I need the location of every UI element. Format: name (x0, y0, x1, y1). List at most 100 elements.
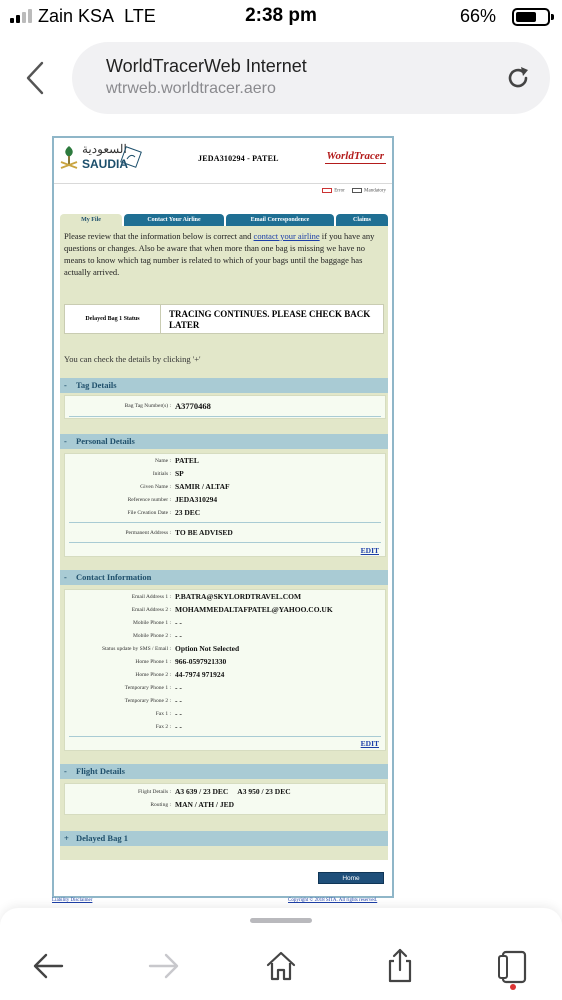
tab-contact-airline[interactable]: Contact Your Airline (124, 214, 224, 226)
field-value: JEDA310294 (175, 495, 218, 504)
collapse-toggle[interactable]: - (64, 570, 76, 585)
delayed-bag-header[interactable]: + Delayed Bag 1 (60, 831, 388, 846)
detail-row: Fax 1 : - - (65, 709, 385, 722)
detail-row: Status update by SMS / Email : Option Not… (65, 644, 385, 657)
field-label: Mobile Phone 2 : (132, 633, 171, 639)
flight-details-title: Flight Details (76, 766, 125, 776)
contact-airline-link[interactable]: contact your airline (254, 231, 320, 241)
detail-row: Temporary Phone 1 : - - (65, 683, 385, 696)
detail-row: Permanent Address : TO BE ADVISED (65, 528, 385, 541)
edit-personal-link[interactable]: EDIT (361, 546, 379, 555)
field-label: Temporary Phone 1 : (124, 685, 171, 691)
field-value: 966-0597921330 (175, 657, 227, 666)
contact-info-header[interactable]: - Contact Information (60, 570, 388, 585)
detail-row: Temporary Phone 2 : - - (65, 696, 385, 709)
edit-contact-link[interactable]: EDIT (361, 739, 379, 748)
field-label: Email Address 1 : (131, 594, 171, 600)
bag-status-value: TRACING CONTINUES. PLEASE CHECK BACK LAT… (169, 309, 371, 330)
field-value: A3 639 / 23 DEC A3 950 / 23 DEC (175, 787, 291, 796)
home-button[interactable]: Home (318, 872, 384, 884)
field-value: - - (175, 683, 182, 692)
reload-icon[interactable] (504, 64, 532, 92)
share-icon[interactable] (380, 946, 420, 986)
field-label: Flight Details : (138, 789, 171, 795)
collapse-toggle[interactable]: - (64, 434, 76, 449)
expand-toggle[interactable]: + (64, 831, 76, 846)
detail-row: Home Phone 1 : 966-0597921330 (65, 657, 385, 670)
page-title: WorldTracerWeb Internet (106, 56, 307, 76)
intro-part-1: Please review that the information below… (64, 231, 254, 241)
tab-claims[interactable]: Claims (336, 214, 388, 226)
contact-info-title: Contact Information (76, 572, 152, 582)
divider (69, 522, 381, 523)
field-value: Option Not Selected (175, 644, 240, 653)
copyright-link[interactable]: Copyright © 2018 SITA. All rights reserv… (288, 898, 377, 903)
field-value: - - (175, 722, 182, 731)
field-value: 44-7974 971924 (175, 670, 225, 679)
field-value: TO BE ADVISED (175, 528, 233, 537)
flight-details-header[interactable]: - Flight Details (60, 764, 388, 779)
field-label: Fax 2 : (155, 724, 171, 730)
divider (69, 542, 381, 543)
detail-row: Mobile Phone 2 : - - (65, 631, 385, 644)
airline-stamp-icon (120, 146, 142, 168)
detail-row: Bag Tag Number(s) : A3770468 (65, 401, 385, 414)
tabs-icon[interactable] (494, 946, 534, 986)
field-value: - - (175, 696, 182, 705)
detail-row: Routing : MAN / ATH / JED (65, 800, 385, 813)
detail-row: Name : PATEL (65, 456, 385, 469)
field-label: Permanent Address : (125, 530, 171, 536)
chevron-left-icon[interactable] (22, 60, 50, 96)
personal-details-header[interactable]: - Personal Details (60, 434, 388, 449)
tag-details-header[interactable]: - Tag Details (60, 378, 388, 393)
field-label: Routing : (150, 802, 171, 808)
field-value: - - (175, 618, 182, 627)
field-value: MOHAMMEDALTAFPATEL@YAHOO.CO.UK (175, 605, 333, 614)
browser-toolbar (0, 908, 562, 1000)
field-value: - - (175, 709, 182, 718)
tab-email-correspondence[interactable]: Email Correspondence (226, 214, 334, 226)
legend-mandatory: Mandatory (364, 188, 386, 194)
divider (69, 416, 381, 417)
field-label: Temporary Phone 2 : (124, 698, 171, 704)
legend-error: Error (334, 188, 345, 194)
flight-details-body: Flight Details : A3 639 / 23 DEC A3 950 /… (64, 783, 386, 815)
field-value: A3770468 (175, 401, 211, 411)
collapse-toggle[interactable]: - (64, 764, 76, 779)
liability-disclaimer-link[interactable]: Liability Disclaimer (52, 898, 92, 903)
arrow-left-icon[interactable] (28, 946, 68, 986)
sheet-grabber[interactable] (250, 918, 312, 923)
tab-my-file[interactable]: My File (60, 214, 122, 226)
collapse-toggle[interactable]: - (64, 378, 76, 393)
saudia-emblem-icon (60, 146, 78, 169)
page-header: السعودية SAUDIA JEDA310294 - PATEL World… (54, 138, 392, 184)
tab-bar: My File Contact Your Airline Email Corre… (60, 214, 388, 226)
error-swatch-icon (322, 188, 333, 193)
arrow-right-icon (148, 953, 179, 979)
detail-row: Home Phone 2 : 44-7974 971924 (65, 670, 385, 683)
field-value: SP (175, 469, 184, 478)
divider (69, 736, 381, 737)
worldtracer-logo: WorldTracer (324, 150, 387, 164)
field-value: - - (175, 631, 182, 640)
detail-row: Email Address 1 : P.BATRA@SKYLORDTRAVEL.C… (65, 592, 385, 605)
field-value: P.BATRA@SKYLORDTRAVEL.COM (175, 592, 302, 601)
field-label: Mobile Phone 1 : (132, 620, 171, 626)
field-label: Name : (154, 458, 171, 464)
file-reference: JEDA310294 - PATEL (198, 154, 279, 163)
field-value: MAN / ATH / JED (175, 800, 235, 809)
expand-hint: You can check the details by clicking '+… (64, 354, 201, 364)
home-icon[interactable] (261, 946, 301, 986)
detail-row: Fax 2 : - - (65, 722, 385, 735)
worldtracer-page: السعودية SAUDIA JEDA310294 - PATEL World… (52, 136, 394, 898)
field-label: Given Name : (140, 484, 171, 490)
page-domain: wtrweb.worldtracer.aero (106, 80, 276, 97)
url-bar[interactable]: WorldTracerWeb Internet wtrweb.worldtrac… (72, 42, 550, 114)
field-value: SAMIR / ALTAF (175, 482, 230, 491)
field-label: Status update by SMS / Email : (101, 646, 171, 652)
field-value: 23 DEC (175, 508, 201, 517)
battery-icon (512, 8, 554, 26)
field-label: File Creation Date : (127, 510, 171, 516)
detail-row: Flight Details : A3 639 / 23 DEC A3 950 /… (65, 787, 385, 800)
contact-info-body: Email Address 1 : P.BATRA@SKYLORDTRAVEL.C… (64, 589, 386, 751)
